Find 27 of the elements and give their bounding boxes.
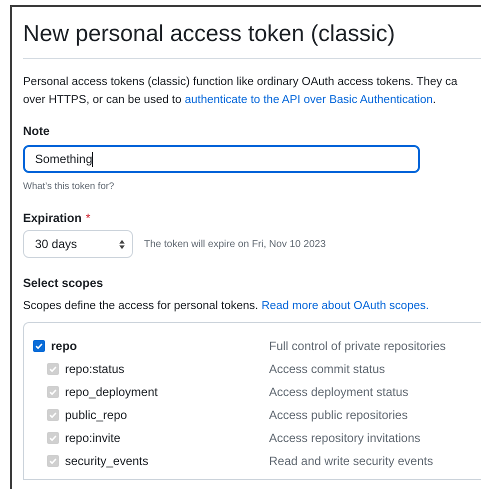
scope-name: repo xyxy=(51,338,78,352)
field-label: Expiration xyxy=(23,211,82,225)
scope-name: repo:status xyxy=(65,362,124,376)
checkbox[interactable] xyxy=(33,340,45,352)
scope-description: Access public repositories xyxy=(269,408,408,422)
expiration-info: The token will expire on Fri, Nov 10 2023 xyxy=(144,238,326,250)
scope-name: repo_deployment xyxy=(65,384,158,398)
note-input-field[interactable]: Something xyxy=(23,145,420,173)
auth-link[interactable]: authenticate to the API over Basic Authentication xyxy=(184,94,433,106)
scopes-link[interactable]: Read more about OAuth scopes. xyxy=(261,300,429,312)
field-label: Note xyxy=(23,124,50,138)
expiration-select[interactable]: 30 days xyxy=(23,230,133,258)
scopes-description: Scopes define the access for personal tokens. Read more about OAuth scopes. xyxy=(23,300,430,312)
section-label: Select scopes xyxy=(23,276,104,290)
scope-description: Access repository invitations xyxy=(269,430,420,444)
scope-name: security_events xyxy=(65,454,148,468)
scope-name: public_repo xyxy=(65,408,128,422)
updown-icon xyxy=(118,238,126,250)
field-hint: What’s this token for? xyxy=(23,181,114,192)
scope-name: repo:invite xyxy=(65,430,120,444)
page-title: New personal access token (classic) xyxy=(23,19,396,47)
scope-description: Read and write security events xyxy=(269,454,434,468)
required-mark: * xyxy=(86,211,90,225)
intro-paragraph: Personal access tokens (classic) function like ordinary OAuth access tokens. They ca over HTTPS, or can be used to authenticate to the API over Basic Authentication. xyxy=(23,75,458,108)
scope-description: Access commit status xyxy=(269,362,386,376)
scope-description: Access deployment status xyxy=(269,384,408,398)
scope-description: Full control of private repositories xyxy=(269,338,446,352)
